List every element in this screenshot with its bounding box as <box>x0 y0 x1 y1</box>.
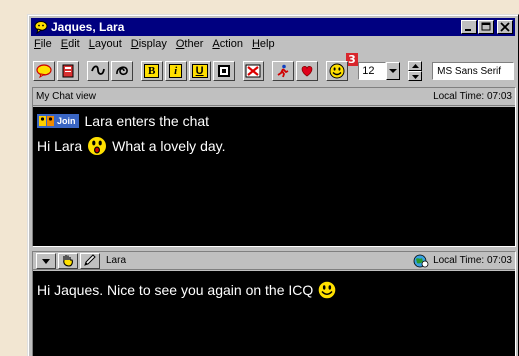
join-message: Join Lara enters the chat <box>37 113 209 129</box>
chat-window: Jaques, Lara File Edit Layout Display Ot… <box>27 14 519 356</box>
user-name: Lara <box>106 255 127 266</box>
local-time: Local Time: 07:03 <box>433 91 512 102</box>
chat-view-header: My Chat view Local Time: 07:03 <box>33 88 515 106</box>
background-color-button[interactable] <box>212 61 235 81</box>
chat-view-pane: My Chat view Local Time: 07:03 Join Lara… <box>32 87 516 247</box>
save-log-button[interactable] <box>56 61 79 81</box>
font-name-field[interactable]: MS Sans Serif <box>432 62 514 80</box>
chat-bubble-icon <box>36 64 52 78</box>
menu-bar: File Edit Layout Display Other Action He… <box>34 38 284 54</box>
arrow-down-icon <box>411 74 419 79</box>
scribble-icon <box>90 65 105 75</box>
pencil-icon <box>84 254 96 266</box>
menu-action[interactable]: Action <box>212 38 243 54</box>
swirl-icon <box>115 66 128 76</box>
decrease-font-button[interactable] <box>408 71 423 81</box>
chat-view-title: My Chat view <box>36 91 97 102</box>
join-label: Join <box>57 116 76 126</box>
scribble-button[interactable] <box>86 61 109 81</box>
kick-button[interactable] <box>242 61 265 81</box>
running-man-button[interactable] <box>272 61 295 81</box>
font-size-dropdown[interactable] <box>386 62 401 80</box>
italic-icon: i <box>169 64 183 78</box>
beep-button[interactable] <box>110 61 133 81</box>
winking-smiley-icon <box>317 280 337 300</box>
join-text: Lara enters the chat <box>84 113 210 129</box>
user-message: Hi Jaques. Nice to see you again on the … <box>37 280 341 300</box>
chat-message: Hi Lara What a lovely day. <box>37 135 226 157</box>
underline-button[interactable]: U <box>188 61 211 81</box>
surprised-face-icon <box>87 136 108 156</box>
increase-font-button[interactable] <box>408 61 423 71</box>
user-message-area[interactable]: Hi Jaques. Nice to see you again on the … <box>33 271 515 356</box>
chat-log[interactable]: Join Lara enters the chat Hi Lara What a… <box>33 107 515 246</box>
title-bar[interactable]: Jaques, Lara <box>31 18 515 36</box>
menu-edit[interactable]: Edit <box>61 38 80 54</box>
chat-bubble-button[interactable] <box>33 61 55 81</box>
background-color-icon <box>217 65 230 77</box>
bold-icon: B <box>144 64 160 78</box>
bold-button[interactable]: B <box>140 61 163 81</box>
chevron-down-icon <box>389 69 398 73</box>
user-message-text: Hi Jaques. Nice to see you again on the … <box>37 282 314 298</box>
running-man-icon <box>277 64 289 78</box>
world-clock-icon <box>413 254 429 267</box>
icq-chat-icon <box>34 20 48 35</box>
kick-icon <box>245 64 261 78</box>
minimize-icon[interactable] <box>461 20 477 34</box>
underline-icon: U <box>191 64 208 78</box>
font-size-stepper[interactable] <box>408 61 423 81</box>
hand-button[interactable] <box>58 252 78 269</box>
join-badge: Join <box>37 114 79 128</box>
window-title: Jaques, Lara <box>51 20 125 34</box>
maximize-icon[interactable] <box>478 20 494 34</box>
heart-icon <box>301 66 313 77</box>
notebook-icon <box>62 64 74 78</box>
pencil-button[interactable] <box>80 252 100 269</box>
smiley-icon <box>329 63 345 79</box>
menu-display[interactable]: Display <box>131 38 167 54</box>
triangle-down-icon <box>42 258 50 264</box>
message-suffix: What a lovely day. <box>112 138 226 154</box>
arrow-up-icon <box>411 63 419 68</box>
menu-dropdown-button[interactable] <box>36 252 56 269</box>
users-join-icon <box>39 116 54 126</box>
menu-help[interactable]: Help <box>252 38 275 54</box>
message-prefix: Hi Lara <box>37 138 83 154</box>
close-icon[interactable] <box>497 20 513 34</box>
italic-button[interactable]: i <box>164 61 187 81</box>
user-pane: Lara Local Time: 07:03 Hi Jaques. Nice t… <box>32 251 516 356</box>
toolbar: B i U 12 MS Sans Serif <box>33 59 514 83</box>
hand-icon <box>63 255 73 267</box>
menu-file[interactable]: File <box>34 38 52 54</box>
font-size-field[interactable]: 12 <box>358 62 387 80</box>
user-pane-header: Lara Local Time: 07:03 <box>33 252 515 270</box>
smiley-button[interactable] <box>326 61 349 81</box>
user-local-time: Local Time: 07:03 <box>433 255 512 266</box>
heart-button[interactable] <box>296 61 319 81</box>
menu-other[interactable]: Other <box>176 38 204 54</box>
menu-layout[interactable]: Layout <box>89 38 122 54</box>
